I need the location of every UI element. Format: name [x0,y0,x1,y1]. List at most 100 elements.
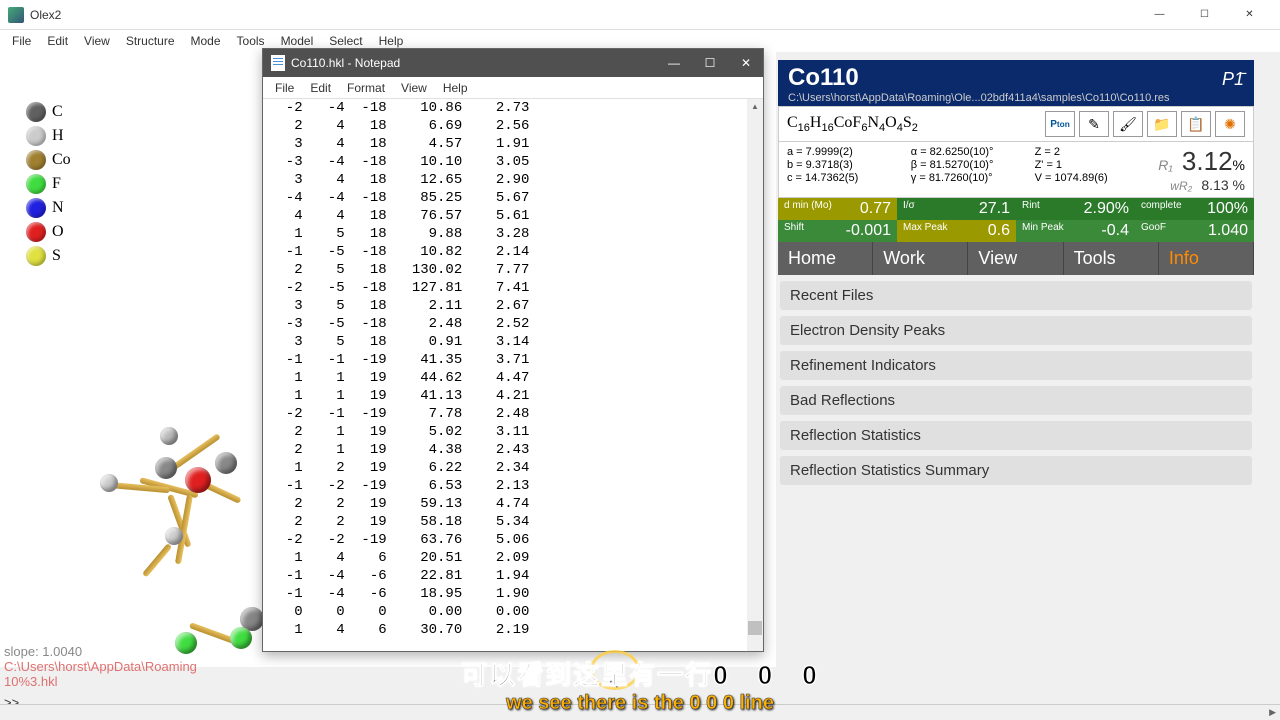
legend-label: O [52,223,64,241]
platon-button[interactable]: Pton [1045,111,1075,137]
olex-title: Olex2 [30,8,61,22]
paint-button[interactable]: 🖌 [1113,111,1143,137]
legend-ball-icon [26,102,46,122]
cell-c: c = 14.7362(5) [787,172,911,184]
legend-item-S: S [26,246,71,266]
notepad-title: Co110.hkl - Notepad [291,56,400,70]
formula-row: C16H16CoF6N4O4S2 Pton ✎ 🖌 📁 📋 ✺ [778,106,1254,142]
notepad-menu-help[interactable]: Help [435,79,476,97]
notepad-maximize-button[interactable]: ☐ [701,56,719,70]
minimize-button[interactable]: — [1137,1,1182,29]
structure-title: Co110 [788,64,859,92]
cell-beta: β = 81.5270(10)° [911,159,1035,171]
legend-item-H: H [26,126,71,146]
legend-ball-icon [26,174,46,194]
subtitle-english: we see there is the 0 0 0 line [461,692,818,715]
subtitle-chinese: 可以看到这里有一行0 0 0 [461,655,818,692]
notepad-text-content[interactable]: -2 -4 -18 10.86 2.73 2 4 18 6.69 2.56 3 … [263,99,763,639]
legend-item-Co: Co [26,150,71,170]
legend-label: N [52,199,64,217]
r1-value: 3.12 [1182,146,1233,176]
edit-button[interactable]: ✎ [1079,111,1109,137]
section-recent-files[interactable]: Recent Files [780,281,1252,310]
section-reflection-statistics[interactable]: Reflection Statistics [780,421,1252,450]
cell-a: a = 7.9999(2) [787,146,911,158]
tab-work[interactable]: Work [873,242,968,275]
notepad-menu-view[interactable]: View [393,79,435,97]
panel-tabs: HomeWorkViewToolsInfo [778,242,1254,275]
atom-legend: C H Co F N O S [26,102,71,270]
notepad-minimize-button[interactable]: — [665,56,683,70]
stat-i-: I/σ27.1 [897,198,1016,220]
menu-mode[interactable]: Mode [183,32,229,50]
close-button[interactable]: ✕ [1227,1,1272,29]
open-folder-button[interactable]: 📁 [1147,111,1177,137]
legend-ball-icon [26,126,46,146]
menu-view[interactable]: View [76,32,118,50]
scroll-thumb[interactable] [748,621,762,635]
panel-header: Co110 P1̄ C:\Users\horst\AppData\Roaming… [778,60,1254,106]
legend-ball-icon [26,246,46,266]
legend-item-O: O [26,222,71,242]
tab-tools[interactable]: Tools [1064,242,1159,275]
legend-label: C [52,103,63,121]
r1-label: R₁ [1158,157,1173,173]
notepad-window: Co110.hkl - Notepad — ☐ ✕ FileEditFormat… [262,48,764,652]
legend-label: Co [52,151,71,169]
legend-label: H [52,127,64,145]
legend-label: F [52,175,61,193]
notepad-menu-file[interactable]: File [267,79,302,97]
cell-gamma: γ = 81.7260(10)° [911,172,1035,184]
menu-structure[interactable]: Structure [118,32,183,50]
stat-max-peak: Max Peak0.6 [897,220,1016,242]
tab-view[interactable]: View [968,242,1063,275]
section-refinement-indicators[interactable]: Refinement Indicators [780,351,1252,380]
molecule-view[interactable] [100,422,270,652]
legend-item-N: N [26,198,71,218]
legend-ball-icon [26,222,46,242]
notepad-menu-format[interactable]: Format [339,79,393,97]
tab-home[interactable]: Home [778,242,873,275]
legend-ball-icon [26,198,46,218]
notepad-menu-edit[interactable]: Edit [302,79,339,97]
notepad-close-button[interactable]: ✕ [737,56,755,70]
subtitle-overlay: 可以看到这里有一行0 0 0 we see there is the 0 0 0… [461,655,818,715]
cell-b: b = 9.3718(3) [787,159,911,171]
space-group: P1̄ [1222,69,1244,90]
notepad-menubar: FileEditFormatViewHelp [263,77,763,99]
refinement-stats: d min (Mo)0.77 I/σ27.1 Rint2.90% complet… [778,198,1254,242]
target-button[interactable]: ✺ [1215,111,1245,137]
notes-button[interactable]: 📋 [1181,111,1211,137]
cell-alpha: α = 82.6250(10)° [911,146,1035,158]
legend-item-F: F [26,174,71,194]
legend-label: S [52,247,61,265]
wr2-label: wR₂ [1170,179,1192,193]
notepad-scrollbar[interactable]: ▲ [747,99,763,651]
stat-rint: Rint2.90% [1016,198,1135,220]
tab-info[interactable]: Info [1159,242,1254,275]
stat-min-peak: Min Peak-0.4 [1016,220,1135,242]
olex-titlebar: Olex2 — ☐ ✕ [0,0,1280,30]
unit-cell-info: a = 7.9999(2) b = 9.3718(3) c = 14.7362(… [778,142,1254,198]
file-path: C:\Users\horst\AppData\Roaming\Ole...02b… [788,92,1244,104]
menu-edit[interactable]: Edit [39,32,76,50]
chemical-formula: C16H16CoF6N4O4S2 [787,114,1045,134]
info-panel: Co110 P1̄ C:\Users\horst\AppData\Roaming… [778,60,1254,491]
notepad-titlebar[interactable]: Co110.hkl - Notepad — ☐ ✕ [263,49,763,77]
olex-app-icon [8,7,24,23]
stat-shift: Shift-0.001 [778,220,897,242]
section-electron-density-peaks[interactable]: Electron Density Peaks [780,316,1252,345]
cell-zp: Z' = 1 [1035,159,1109,171]
notepad-icon [271,55,285,71]
stat-goof: GooF1.040 [1135,220,1254,242]
maximize-button[interactable]: ☐ [1182,1,1227,29]
wr2-value: 8.13 % [1201,177,1245,193]
scroll-up-icon[interactable]: ▲ [747,99,763,115]
stat-d-min-mo-: d min (Mo)0.77 [778,198,897,220]
section-reflection-statistics-summary[interactable]: Reflection Statistics Summary [780,456,1252,485]
legend-item-C: C [26,102,71,122]
menu-file[interactable]: File [4,32,39,50]
cell-v: V = 1074.89(6) [1035,172,1109,184]
section-bad-reflections[interactable]: Bad Reflections [780,386,1252,415]
cell-z: Z = 2 [1035,146,1109,158]
